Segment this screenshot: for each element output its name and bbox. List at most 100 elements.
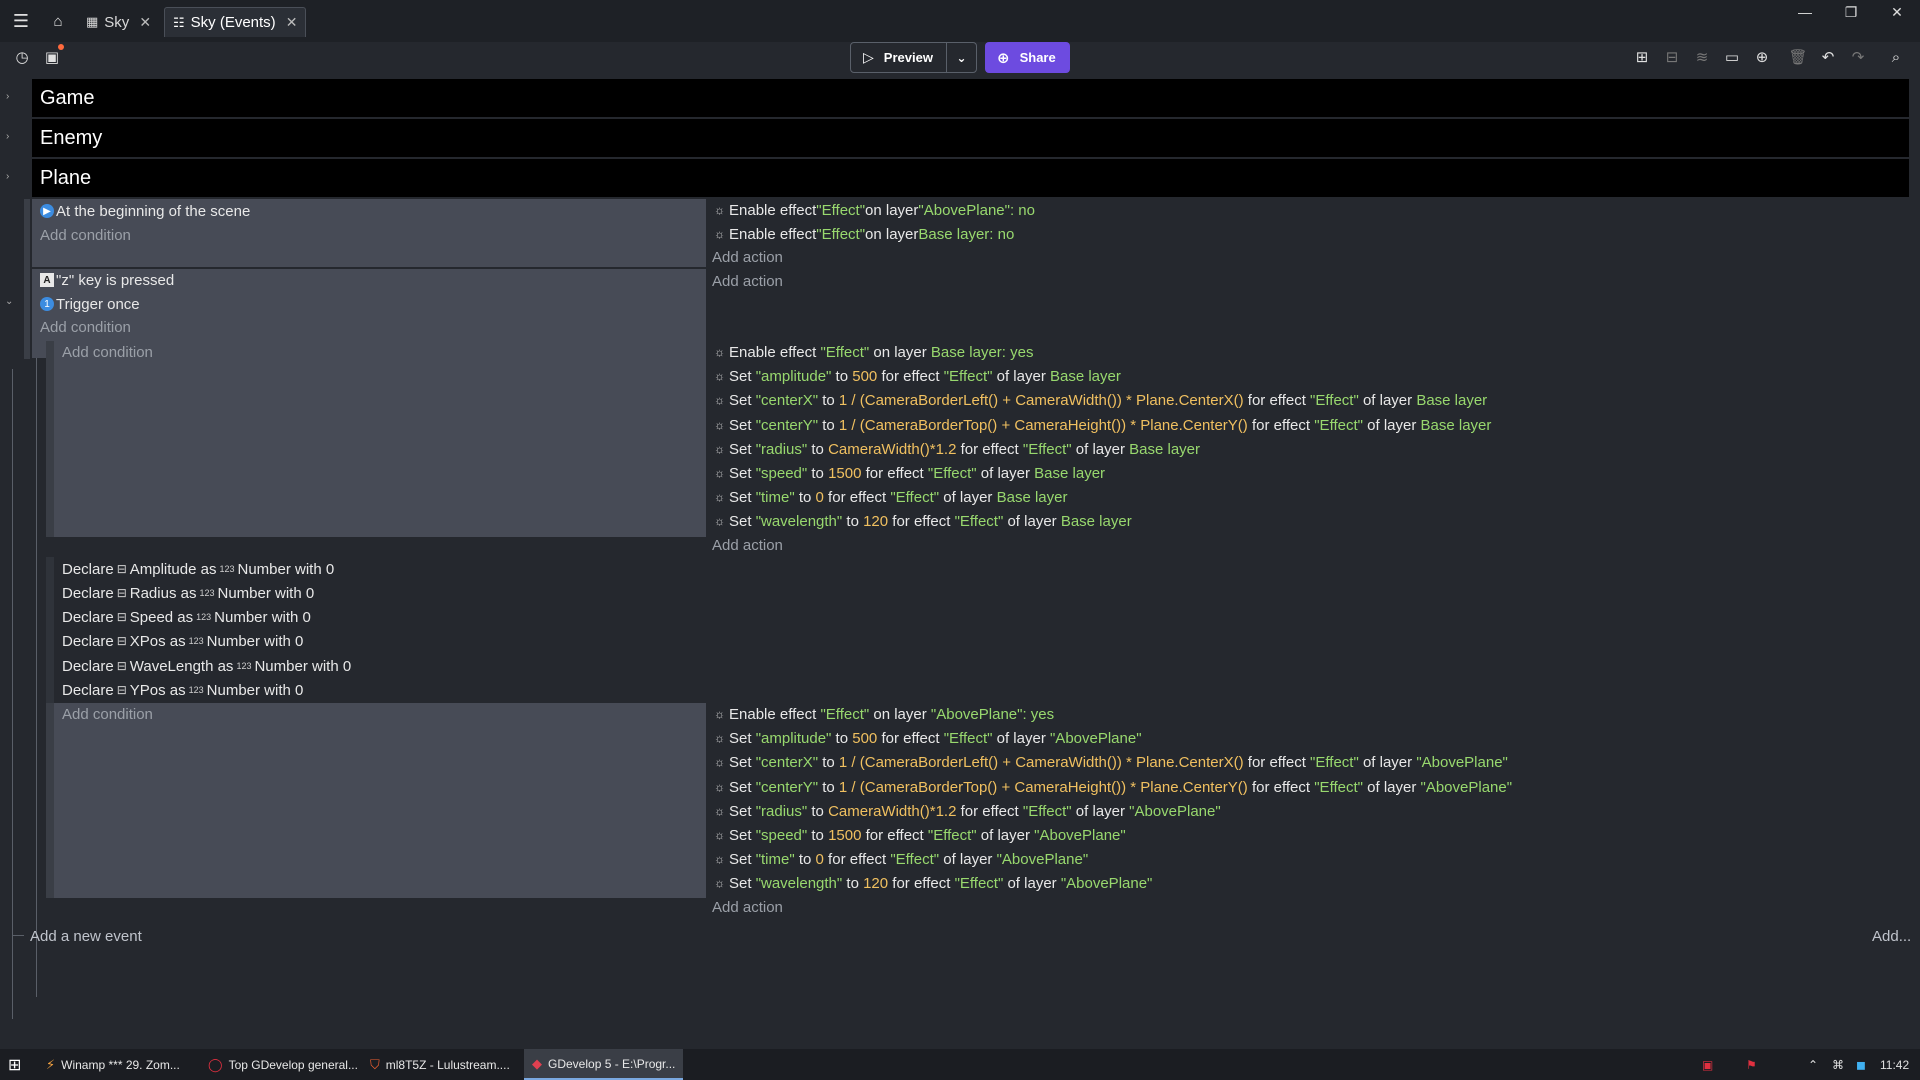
- tray-app-icon[interactable]: ⚑: [1746, 1049, 1757, 1080]
- group-game[interactable]: Game: [32, 79, 1909, 117]
- home-tab-icon[interactable]: ⌂: [46, 9, 70, 33]
- effect-icon: ☼: [714, 442, 725, 456]
- variable-declaration[interactable]: Declare ⊟ Radius as 123 Number with 0: [62, 582, 314, 604]
- add-icon[interactable]: ⊕: [1750, 46, 1774, 68]
- comment-icon[interactable]: ▭: [1720, 46, 1744, 68]
- text: : no: [1009, 201, 1035, 219]
- action-row[interactable]: ☼ Enable effect "Effect" on layer "Above…: [714, 199, 1035, 221]
- variable-declaration[interactable]: Declare ⊟ Amplitude as 123 Number with 0: [62, 558, 334, 580]
- group-enemy[interactable]: Enemy: [32, 119, 1909, 157]
- chevron-right-icon[interactable]: ›: [6, 131, 9, 142]
- action-row[interactable]: ☼ Set "centerY" to 1 / (CameraBorderTop()…: [714, 776, 1512, 798]
- text: Base layer: [918, 225, 990, 243]
- add-condition-link[interactable]: Add condition: [40, 316, 131, 338]
- condition-row[interactable]: 1 Trigger once: [40, 293, 140, 315]
- share-button[interactable]: ⊕ Share: [985, 42, 1070, 73]
- action-row[interactable]: ☼ Set "amplitude" to 500 for effect "Effe…: [714, 727, 1142, 749]
- action-row[interactable]: ☼ Enable effect "Effect" on layer Base l…: [714, 223, 1014, 245]
- opera-icon: ◯: [208, 1056, 223, 1072]
- restore-icon[interactable]: ❐: [1828, 0, 1874, 24]
- chevron-down-icon[interactable]: ⌄: [5, 296, 13, 307]
- menu-icon[interactable]: ☰: [10, 10, 32, 32]
- add-condition-label: Add condition: [40, 318, 131, 336]
- taskbar-browser-2[interactable]: ⛉ ml8T5Z - Lulustream....: [362, 1049, 518, 1080]
- condition-panel[interactable]: [46, 703, 706, 898]
- text: Declare: [62, 632, 114, 650]
- action-row[interactable]: ☼ Set "speed" to 1500 for effect "Effect"…: [714, 824, 1126, 846]
- undo-icon[interactable]: ↶: [1816, 46, 1840, 68]
- preview-main[interactable]: ▷ Preview: [851, 43, 947, 72]
- text: Number with 0: [217, 584, 315, 602]
- effect-icon: ☼: [714, 755, 725, 769]
- action-row[interactable]: ☼ Set "speed" to 1500 for effect "Effect"…: [714, 462, 1105, 484]
- add-else-icon[interactable]: ≋: [1690, 46, 1714, 68]
- add-condition-link[interactable]: Add condition: [62, 341, 153, 363]
- action-row[interactable]: ☼ Set "wavelength" to 120 for effect "Eff…: [714, 872, 1152, 894]
- text: XPos: [129, 632, 166, 650]
- taskbar-gdevelop[interactable]: ◆ GDevelop 5 - E:\Progr...: [524, 1049, 684, 1080]
- search-icon[interactable]: ⌕: [1884, 46, 1908, 68]
- action-row[interactable]: ☼ Set "radius" to CameraWidth()*1.2 for e…: [714, 800, 1221, 822]
- action-row[interactable]: ☼ Set "centerY" to 1 / (CameraBorderTop()…: [714, 414, 1491, 436]
- winamp-icon: ⚡: [46, 1056, 56, 1072]
- keyboard-icon: A: [40, 273, 54, 287]
- preview-button[interactable]: ▷ Preview ⌄: [850, 42, 977, 73]
- task-label: GDevelop 5 - E:\Progr...: [548, 1056, 676, 1071]
- add-event-icon[interactable]: ⊞: [1630, 46, 1654, 68]
- action-row[interactable]: ☼ Set "centerX" to 1 / (CameraBorderLeft(…: [714, 751, 1508, 773]
- tray-app-icon[interactable]: ▣: [1702, 1049, 1713, 1080]
- taskbar-winamp[interactable]: ⚡ Winamp *** 29. Zom...: [38, 1049, 188, 1080]
- taskbar-browser-1[interactable]: ◯ Top GDevelop general...: [200, 1049, 366, 1080]
- tab-sky-events[interactable]: ☷ Sky (Events) ✕: [164, 7, 307, 37]
- redo-icon[interactable]: ↷: [1846, 46, 1870, 68]
- windows-start-icon[interactable]: ⊞: [8, 1049, 28, 1080]
- variable-declaration[interactable]: Declare ⊟ WaveLength as 123 Number with …: [62, 655, 351, 677]
- action-row[interactable]: ☼ Enable effect "Effect" on layer "AboveP…: [714, 703, 1054, 725]
- action-row[interactable]: ☼ Set "centerX" to 1 / (CameraBorderLeft(…: [714, 389, 1487, 411]
- action-row[interactable]: ☼ Set "radius" to CameraWidth()*1.2 for e…: [714, 438, 1200, 460]
- add-action-link[interactable]: Add action: [712, 896, 783, 918]
- text: YPos: [129, 681, 166, 699]
- add-subevent-icon[interactable]: ⊟: [1660, 46, 1684, 68]
- group-plane[interactable]: Plane: [32, 159, 1909, 197]
- chevron-down-icon[interactable]: ⌄: [947, 51, 976, 65]
- condition-row[interactable]: A "z" key is pressed: [40, 269, 174, 291]
- text: "AbovePlane": [918, 201, 1010, 219]
- add-action-link[interactable]: Add action: [712, 534, 783, 556]
- action-row[interactable]: ☼ Set "time" to 0 for effect "Effect" of …: [714, 486, 1067, 508]
- condition-row[interactable]: ▶ At the beginning of the scene: [40, 200, 250, 222]
- history-icon[interactable]: ◷: [10, 46, 34, 68]
- chevron-right-icon[interactable]: ›: [6, 91, 9, 102]
- close-icon[interactable]: ✕: [286, 14, 298, 31]
- add-action-label: Add action: [712, 536, 783, 554]
- minimize-icon[interactable]: —: [1782, 0, 1828, 24]
- action-row[interactable]: ☼ Set "wavelength" to 120 for effect "Eff…: [714, 510, 1132, 532]
- condition-panel[interactable]: [46, 341, 706, 537]
- close-window-icon[interactable]: ✕: [1874, 0, 1920, 24]
- tab-sky[interactable]: ▦ Sky ✕: [78, 7, 159, 37]
- chevron-up-icon[interactable]: ⌃: [1808, 1049, 1818, 1080]
- variable-declaration[interactable]: Declare ⊟ YPos as 123 Number with 0: [62, 679, 303, 701]
- tray-app-icon[interactable]: ◼: [1856, 1049, 1866, 1080]
- task-label: Top GDevelop general...: [228, 1057, 358, 1072]
- gutter-line: [12, 935, 24, 936]
- add-action-link[interactable]: Add action: [712, 270, 783, 292]
- variable-declaration[interactable]: Declare ⊟ Speed as 123 Number with 0: [62, 606, 311, 628]
- add-condition-link[interactable]: Add condition: [40, 224, 131, 246]
- text: Declare: [62, 608, 114, 626]
- add-condition-link[interactable]: Add condition: [62, 703, 153, 725]
- add-new-event-link[interactable]: Add a new event: [30, 925, 142, 947]
- clock[interactable]: 11:42: [1880, 1049, 1909, 1080]
- group-title: Plane: [40, 166, 92, 189]
- action-row[interactable]: ☼ Enable effect "Effect" on layer Base la…: [714, 341, 1033, 363]
- chevron-right-icon[interactable]: ›: [6, 171, 9, 182]
- action-row[interactable]: ☼ Set "time" to 0 for effect "Effect" of …: [714, 848, 1088, 870]
- subevent-bar: [46, 341, 54, 537]
- add-action-link[interactable]: Add action: [712, 246, 783, 268]
- variable-declaration[interactable]: Declare ⊟ XPos as 123 Number with 0: [62, 630, 303, 652]
- close-icon[interactable]: ✕: [139, 14, 151, 31]
- action-row[interactable]: ☼ Set "amplitude" to 500 for effect "Effe…: [714, 365, 1121, 387]
- add-more-button[interactable]: Add...: [1872, 925, 1911, 947]
- delete-icon[interactable]: 🗑: [1786, 46, 1810, 68]
- gamepad-icon[interactable]: ⌘: [1832, 1049, 1844, 1080]
